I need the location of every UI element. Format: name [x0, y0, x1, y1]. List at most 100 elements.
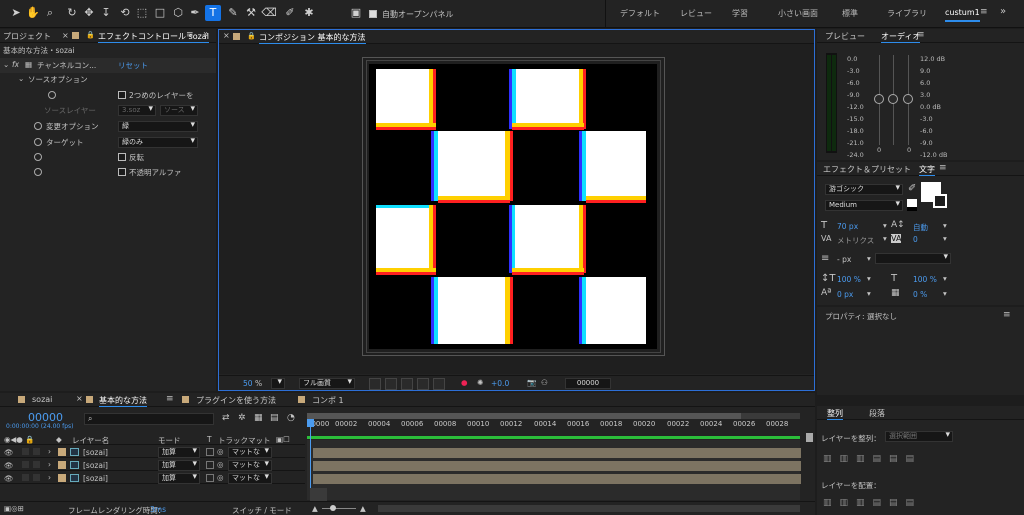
chevron-down-icon[interactable]: ▾ [943, 234, 947, 243]
trackmatte-select[interactable]: マットな [228, 473, 272, 484]
auto-open-checkbox[interactable] [369, 9, 377, 18]
layer-mode-select[interactable]: 加算 [158, 447, 200, 458]
tab-align[interactable]: 整列 [827, 408, 843, 420]
anchor-tool-icon[interactable]: ⬚ [134, 5, 150, 21]
vertical-scale-value[interactable]: 100 % [837, 275, 861, 284]
time-ruler[interactable]: 00000 00002 00004 00006 00008 00010 0001… [307, 419, 800, 432]
zoom-tool-icon[interactable]: ⌕ [42, 5, 58, 21]
chevron-down-icon[interactable]: ▾ [883, 234, 887, 243]
layer-row[interactable]: 👁 › [sozai] 加算 ◎ マットな [0, 446, 305, 458]
close-icon[interactable]: × [62, 31, 69, 40]
stamp-tool-icon[interactable]: ⚒ [243, 5, 259, 21]
lock-toggle[interactable] [33, 474, 40, 481]
tab-character[interactable]: 文字 [919, 164, 935, 176]
layer-mode-select[interactable]: 加算 [158, 460, 200, 471]
col-mode[interactable]: モード [158, 435, 181, 446]
snapping-icon[interactable]: ▣ [348, 5, 364, 21]
dolly-tool-icon[interactable]: ↧ [98, 5, 114, 21]
comp-button-icon[interactable] [806, 433, 813, 442]
eye-icon[interactable]: 👁 [4, 448, 14, 457]
font-family-select[interactable]: 游ゴシック [825, 184, 903, 195]
fx-icon[interactable]: fx [12, 60, 19, 69]
source-options-row[interactable]: ⌄ ソースオプション [0, 73, 216, 88]
tsume-value[interactable]: 0 % [913, 290, 927, 299]
tab-effects-presets[interactable]: エフェクト＆プリセット [823, 164, 911, 175]
playhead-handle[interactable] [307, 419, 314, 427]
source-layer-select[interactable]: 3.soz [118, 105, 156, 116]
preserve-transparency-toggle[interactable] [206, 448, 214, 456]
workspace-standard[interactable]: 標準 [842, 8, 858, 19]
eye-icon[interactable]: 👁 [4, 474, 14, 483]
stroke-width-value[interactable]: - px [837, 255, 851, 264]
horizontal-scale-value[interactable]: 100 % [913, 275, 937, 284]
resolution-select[interactable]: フル画質 [299, 378, 355, 389]
brush-tool-icon[interactable]: ✎ [225, 5, 241, 21]
workspace-default[interactable]: デフォルト [620, 8, 660, 19]
stopwatch-icon[interactable] [34, 121, 42, 130]
chevron-down-icon[interactable]: ▾ [867, 274, 871, 283]
chevron-right-icon[interactable]: › [48, 460, 51, 469]
snapshot-icon[interactable]: 📷 [527, 378, 536, 387]
lock-toggle[interactable] [33, 461, 40, 468]
panel-menu-icon[interactable]: ≡ [1003, 310, 1011, 320]
baseline-shift-value[interactable]: 0 px [837, 290, 853, 299]
current-time-display[interactable]: 00000 [565, 378, 611, 389]
chevron-down-icon[interactable]: ▾ [883, 221, 887, 230]
solo-toggle[interactable] [22, 461, 29, 468]
draft-3d-icon[interactable]: ✲ [238, 413, 246, 423]
tab-sozai[interactable]: sozai [32, 395, 52, 404]
render-icons[interactable]: ▣◎⊞ [4, 504, 24, 513]
lock-icon[interactable]: 🔒 [247, 32, 256, 40]
chevron-down-icon[interactable]: ▾ [867, 289, 871, 298]
eye-icon[interactable]: 👁 [4, 461, 14, 470]
zoom-dropdown[interactable] [271, 378, 285, 389]
workspace-small-screen[interactable]: 小さい画面 [778, 8, 818, 19]
stopwatch-icon[interactable] [34, 137, 42, 146]
zoom-slider-track[interactable] [322, 508, 356, 509]
audio-slider-knob[interactable] [888, 94, 898, 104]
solo-toggle[interactable] [22, 474, 29, 481]
kerning-value[interactable]: メトリクス [837, 235, 874, 246]
label-color-icon[interactable] [58, 448, 66, 456]
distribute-buttons[interactable]: ▥▥▥▤▤▤ [823, 498, 922, 508]
close-icon[interactable]: × [223, 31, 230, 40]
zoom-out-icon[interactable]: ▲ [312, 504, 318, 513]
tracking-value[interactable]: 0 [913, 235, 918, 244]
tab-composition[interactable]: コンポジション 基本的な方法 [259, 32, 366, 44]
rotate-tool-icon[interactable]: ⟲ [117, 5, 133, 21]
chevron-down-icon[interactable]: ▾ [867, 254, 871, 263]
chevron-down-icon[interactable]: ⌄ [18, 74, 24, 83]
effect-header-row[interactable]: ⌄ fx ▦ チャンネルコン... リセット [0, 58, 216, 73]
layer-name[interactable]: [sozai] [83, 474, 108, 483]
color-channels-icon[interactable]: ● [461, 378, 468, 387]
more-panels-icon[interactable]: » [203, 29, 209, 40]
label-color-icon[interactable] [58, 474, 66, 482]
pan-tool-icon[interactable]: ✥ [81, 5, 97, 21]
layer-mode-select[interactable]: 加算 [158, 473, 200, 484]
workspace-custum1[interactable]: custum1 [945, 8, 980, 22]
matte-link-icon[interactable]: ◎ [217, 473, 224, 482]
show-snapshot-icon[interactable]: ⚇ [541, 378, 548, 387]
tab-plugin-method[interactable]: プラグインを使う方法 [196, 395, 276, 406]
viewer[interactable] [219, 44, 814, 374]
puppet-tool-icon[interactable]: ✱ [301, 5, 317, 21]
stopwatch-icon[interactable] [34, 152, 42, 161]
tab-paragraph[interactable]: 段落 [869, 408, 885, 419]
tab-basic-method[interactable]: 基本的な方法 [99, 395, 147, 407]
audio-slider-knob[interactable] [874, 94, 884, 104]
chevron-down-icon[interactable]: ⌄ [3, 60, 9, 69]
stopwatch-icon[interactable] [48, 90, 56, 99]
tab-comp1[interactable]: コンポ 1 [312, 395, 344, 406]
target-select[interactable]: 緑のみ [118, 137, 198, 148]
rectangle-tool-icon[interactable]: □ [152, 5, 168, 21]
more-workspaces-icon[interactable]: » [1000, 6, 1006, 17]
tab-project[interactable]: プロジェクト [3, 31, 51, 42]
shy-icon[interactable]: ▦ [254, 413, 263, 423]
workspace-menu-icon[interactable]: ≡ [980, 7, 988, 17]
zoom-value[interactable]: 50 [243, 379, 253, 388]
region-of-interest-icon[interactable] [369, 378, 381, 390]
align-to-select[interactable]: 選択範囲 [885, 431, 953, 442]
leading-value[interactable]: 自動 [913, 222, 928, 233]
lock-icon[interactable]: 🔒 [86, 31, 95, 39]
type-tool-icon[interactable]: T [205, 5, 221, 21]
